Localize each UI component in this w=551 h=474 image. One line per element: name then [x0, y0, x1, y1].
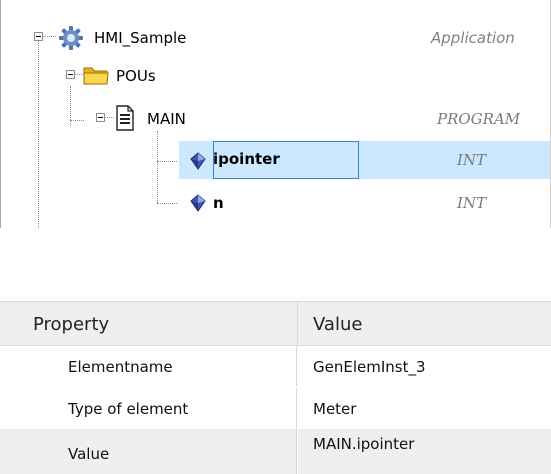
document-icon — [116, 105, 134, 131]
folder-icon — [83, 67, 109, 85]
property-value: Meter — [313, 400, 357, 418]
project-tree: HMI_Sample Application POUs MAIN PROGRAM… — [0, 0, 551, 228]
property-grid-header: Property Value — [0, 301, 551, 346]
tree-node-label: ipointer — [213, 150, 280, 168]
tree-node-label: HMI_Sample — [94, 29, 187, 47]
tree-node-label: n — [213, 194, 224, 212]
tree-node-hmi-sample[interactable]: HMI_Sample Application — [1, 18, 550, 58]
property-name: Type of element — [68, 400, 189, 418]
property-name-cell: Type of element — [0, 388, 297, 428]
property-value-cell[interactable]: MAIN.ipointer — [298, 429, 551, 474]
property-name-cell: Value — [0, 429, 297, 474]
tree-connector — [157, 203, 177, 204]
property-row-type-of-element[interactable]: Type of element Meter — [0, 388, 551, 428]
tree-node-type: Application — [431, 29, 515, 47]
tree-node-type: INT — [457, 194, 487, 212]
tree-connector — [43, 36, 56, 37]
property-grid: Property Value Elementname GenElemInst_3… — [0, 301, 551, 474]
property-row-value[interactable]: Value MAIN.ipointer — [0, 429, 551, 474]
tree-node-type: PROGRAM — [437, 110, 521, 128]
tree-node-type: INT — [457, 151, 487, 169]
variable-icon — [190, 194, 206, 212]
property-value: MAIN.ipointer — [313, 435, 415, 453]
property-value-cell[interactable]: Meter — [298, 388, 551, 428]
property-column-header[interactable]: Property — [0, 302, 298, 345]
collapse-toggle[interactable] — [96, 113, 105, 122]
gear-icon — [59, 26, 83, 50]
header-label: Property — [33, 314, 110, 335]
property-name-cell: Elementname — [0, 346, 297, 386]
tree-node-label: MAIN — [147, 110, 186, 128]
tree-connector — [157, 161, 177, 162]
property-name: Elementname — [68, 358, 173, 376]
tree-connector — [105, 117, 114, 118]
tree-node-label: POUs — [116, 67, 156, 85]
property-name: Value — [68, 445, 110, 463]
variable-icon — [190, 152, 206, 170]
tree-connector — [157, 131, 158, 203]
tree-node-pous[interactable]: POUs — [1, 56, 550, 96]
tree-node-n[interactable]: n INT — [179, 183, 550, 223]
collapse-toggle[interactable] — [34, 32, 43, 41]
property-value: GenElemInst_3 — [313, 358, 426, 376]
tree-node-main[interactable]: MAIN PROGRAM — [1, 99, 550, 139]
property-row-elementname[interactable]: Elementname GenElemInst_3 — [0, 346, 551, 386]
collapse-toggle[interactable] — [66, 70, 75, 79]
property-value-cell[interactable]: GenElemInst_3 — [298, 346, 551, 386]
value-column-header[interactable]: Value — [313, 314, 362, 335]
